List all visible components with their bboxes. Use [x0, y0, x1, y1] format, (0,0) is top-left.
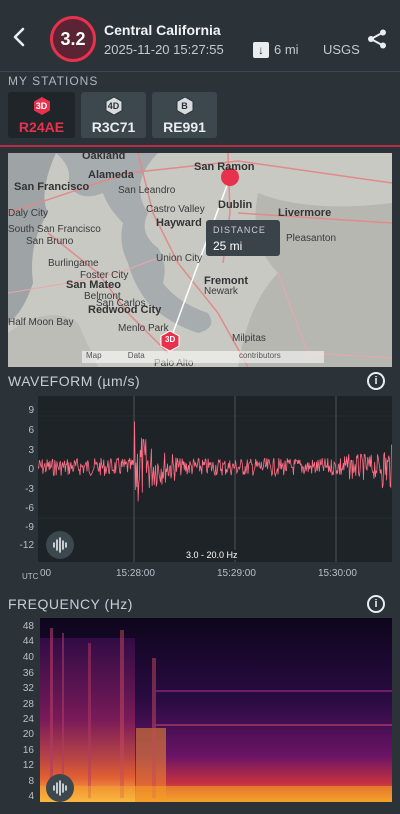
- active-indicator: [0, 145, 400, 147]
- event-title: Central California: [104, 22, 221, 38]
- waveform-plot[interactable]: [37, 396, 392, 562]
- chevron-left-icon: [13, 27, 25, 47]
- map-label: Hayward: [156, 217, 202, 229]
- station-list: 3D R24AE 4D R3C71 B RE991: [8, 92, 217, 138]
- event-source: USGS: [323, 42, 360, 57]
- map-label: Half Moon Bay: [8, 317, 74, 328]
- y-tick: 36: [22, 668, 34, 679]
- y-tick: 40: [22, 652, 34, 663]
- station-type-icon: 4D: [104, 96, 124, 116]
- map-label: South San Francisco: [8, 224, 101, 235]
- magnitude-badge: 3.2: [50, 16, 96, 62]
- station-code: RE991: [163, 119, 206, 135]
- share-icon: [368, 29, 386, 49]
- waveform-title: WAVEFORM (µm/s): [8, 373, 141, 389]
- y-tick: 20: [22, 729, 34, 740]
- station-tab-re991[interactable]: B RE991: [152, 92, 217, 138]
- arrow-down-icon: ↓: [253, 42, 269, 58]
- info-icon[interactable]: i: [367, 595, 385, 613]
- y-tick: 12: [22, 760, 34, 771]
- map-label: San Ramon: [194, 161, 255, 173]
- x-axis-unit: UTC: [22, 572, 39, 581]
- y-tick: -9: [25, 522, 34, 533]
- map-label: Union City: [156, 253, 203, 264]
- y-tick: -12: [19, 540, 34, 551]
- distance-value: 25 mi: [213, 239, 243, 253]
- station-type-icon: B: [175, 96, 195, 116]
- event-distance: 6 mi: [274, 42, 299, 57]
- map-attribution[interactable]: Map Data contributors: [82, 351, 324, 363]
- play-audio-button[interactable]: [46, 531, 74, 559]
- map-label: San Carlos: [96, 298, 146, 309]
- y-tick: 0: [28, 464, 34, 475]
- station-tab-r24ae[interactable]: 3D R24AE: [8, 92, 75, 138]
- y-tick: 28: [22, 699, 34, 710]
- x-tick: 15:29:00: [217, 568, 256, 579]
- station-code: R24AE: [18, 119, 65, 135]
- map-label: Daly City: [8, 208, 49, 219]
- map-label: San Bruno: [26, 236, 74, 247]
- my-stations-label: MY STATIONS: [8, 74, 99, 88]
- frequency-title: FREQUENCY (Hz): [8, 596, 133, 612]
- y-tick: 24: [22, 714, 34, 725]
- map-label: Alameda: [88, 169, 134, 181]
- y-tick: -3: [25, 484, 34, 495]
- back-button[interactable]: [12, 26, 36, 54]
- distance-label: DISTANCE: [213, 225, 266, 235]
- y-tick: 6: [28, 425, 34, 436]
- spectrogram-image: [40, 618, 392, 802]
- filter-range: 3.0 - 20.0 Hz: [182, 550, 242, 560]
- event-datetime: 2025-11-20 15:27:55: [104, 42, 224, 57]
- y-tick: 9: [28, 405, 34, 416]
- y-tick: 3: [28, 445, 34, 456]
- spectrogram-plot[interactable]: [40, 618, 392, 802]
- header: 3.2 Central California 2025-11-20 15:27:…: [0, 0, 400, 72]
- map-label: Pleasanton: [286, 233, 337, 244]
- map-label: San Mateo: [66, 279, 122, 291]
- station-code: R3C71: [91, 119, 136, 135]
- map-label: Castro Valley: [146, 204, 205, 215]
- map-label: San Francisco: [14, 181, 90, 193]
- share-button[interactable]: [366, 28, 388, 50]
- soundwave-icon: [53, 537, 67, 553]
- x-tick: 15:30:00: [318, 568, 357, 579]
- y-tick: -6: [25, 503, 34, 514]
- x-tick: 00: [40, 568, 52, 579]
- y-tick: 32: [22, 683, 34, 694]
- station-marker-label: 3D: [165, 335, 176, 344]
- station-tab-r3c71[interactable]: 4D R3C71: [81, 92, 146, 138]
- station-type-icon: 3D: [32, 96, 52, 116]
- y-tick: 48: [22, 621, 34, 632]
- map-label: Newark: [204, 286, 238, 297]
- map-label: Dublin: [218, 199, 253, 211]
- map-label: Livermore: [278, 207, 332, 219]
- play-audio-button[interactable]: [46, 774, 74, 802]
- y-tick: 8: [28, 776, 34, 787]
- map-label: Milpitas: [232, 333, 266, 344]
- waveform-trace: [37, 396, 392, 562]
- y-tick: 16: [22, 745, 34, 756]
- x-tick: 15:28:00: [116, 568, 155, 579]
- info-icon[interactable]: i: [367, 372, 385, 390]
- distance-popup: DISTANCE 25 mi: [206, 220, 280, 256]
- map-label: San Leandro: [118, 185, 176, 196]
- map-label: Menlo Park: [118, 323, 169, 334]
- y-tick: 4: [28, 791, 34, 802]
- y-tick: 44: [22, 636, 34, 647]
- soundwave-icon: [53, 780, 67, 796]
- event-map[interactable]: Oakland Alameda San Ramon San Francisco …: [8, 153, 392, 367]
- map-label: Burlingame: [48, 258, 99, 269]
- map-label: Oakland: [82, 153, 126, 162]
